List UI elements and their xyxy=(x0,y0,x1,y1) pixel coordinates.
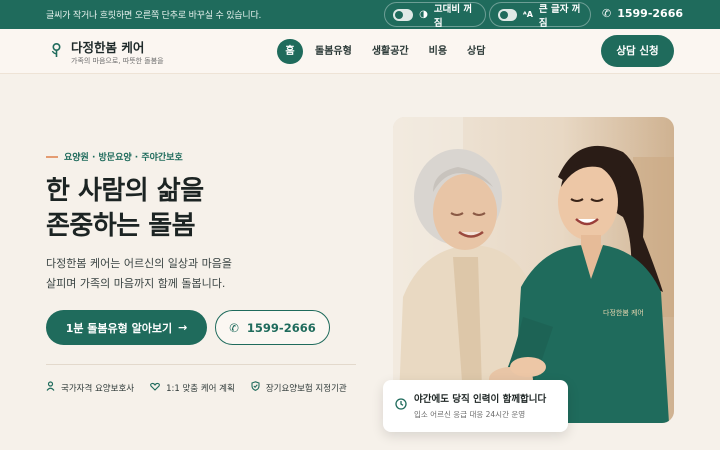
badge-subtitle: 입소 어르신 응급 대응 24시간 운영 xyxy=(414,410,526,419)
high-contrast-label: 고대비 꺼짐 xyxy=(433,3,473,29)
text-size-icon: ᴬA xyxy=(522,10,533,19)
accessibility-bar: 글씨가 작거나 흐릿하면 오른쪽 단추로 바꾸실 수 있습니다. ◑ 고대비 꺼… xyxy=(0,0,720,29)
clock-icon xyxy=(395,398,407,413)
shield-check-icon xyxy=(251,381,260,394)
night-staff-badge: 야간에도 당직 인력이 함께합니다 입소 어르신 응급 대응 24시간 운영 xyxy=(383,380,568,432)
consult-request-button[interactable]: 상담 신청 xyxy=(601,35,674,67)
site-header: 다정한봄 케어 가족의 마음으로, 따뜻한 돌봄을 홈 돌봄유형 생활공간 비용… xyxy=(0,29,720,74)
feature-item: 장기요양보험 지정기관 xyxy=(251,381,347,394)
large-text-toggle[interactable]: ᴬA 큰 글자 꺼짐 xyxy=(489,2,591,29)
nav-item-living-space[interactable]: 생활공간 xyxy=(362,39,419,64)
topbar-phone-number: 1599-2666 xyxy=(617,7,684,20)
nav-item-consult[interactable]: 상담 xyxy=(457,39,495,64)
hero-divider xyxy=(46,364,356,365)
care-type-quiz-button[interactable]: 1분 돌봄유형 알아보기 → xyxy=(46,310,207,345)
heart-hands-icon xyxy=(150,382,160,394)
feature-label: 1:1 맞춤 케어 계획 xyxy=(166,383,235,394)
call-phone-label: 1599-2666 xyxy=(246,320,316,335)
arrow-right-icon: → xyxy=(178,321,188,334)
care-type-quiz-label: 1분 돌봄유형 알아보기 xyxy=(65,321,173,335)
feature-label: 장기요양보험 지정기관 xyxy=(265,383,347,394)
headline-line-2: 존중하는 돌봄 xyxy=(46,211,196,241)
feature-item: 1:1 맞춤 케어 계획 xyxy=(150,381,235,394)
description-line-2: 살피며 가족의 마음까지 함께 돌봅니다. xyxy=(46,277,226,290)
nav-item-care-types[interactable]: 돌봄유형 xyxy=(305,39,362,64)
topbar-phone-link[interactable]: ✆ 1599-2666 xyxy=(602,7,683,20)
headline-line-1: 한 사람의 삶을 xyxy=(46,176,204,206)
eyebrow-line xyxy=(46,155,58,158)
description-line-1: 다정한봄 케어는 어르신의 일상과 마음을 xyxy=(46,257,233,270)
nav-item-cost[interactable]: 비용 xyxy=(419,39,457,64)
hero-photo-caregiver-with-elder: 다정한봄 케어 xyxy=(393,117,674,423)
logo-tagline: 가족의 마음으로, 따뜻한 돌봄을 xyxy=(71,57,164,65)
toggle-switch[interactable] xyxy=(498,8,517,21)
phone-icon: ✆ xyxy=(602,7,612,20)
call-phone-button[interactable]: ✆ 1599-2666 xyxy=(215,310,330,345)
phone-icon: ✆ xyxy=(229,320,239,335)
feature-label: 국가자격 요양보호사 xyxy=(61,383,135,394)
main-nav: 홈 돌봄유형 생활공간 비용 상담 xyxy=(277,39,495,64)
large-text-label: 큰 글자 꺼짐 xyxy=(538,3,581,29)
accessibility-notice: 글씨가 작거나 흐릿하면 오른쪽 단추로 바꾸실 수 있습니다. xyxy=(46,11,262,21)
feature-item: 국가자격 요양보호사 xyxy=(46,381,134,394)
nav-item-home[interactable]: 홈 xyxy=(277,39,303,64)
uniform-logo-text: 다정한봄 케어 xyxy=(603,308,644,317)
toggle-switch[interactable] xyxy=(393,8,414,21)
person-icon xyxy=(46,381,55,394)
hero-headline: 한 사람의 삶을 존중하는 돌봄 xyxy=(46,174,204,244)
high-contrast-toggle[interactable]: ◑ 고대비 꺼짐 xyxy=(384,2,486,29)
eyebrow-text: 요양원 · 방문요양 · 주야간보호 xyxy=(64,153,183,163)
logo-title[interactable]: 다정한봄 케어 xyxy=(71,37,144,56)
contrast-icon: ◑ xyxy=(419,9,428,20)
hero-description: 다정한봄 케어는 어르신의 일상과 마음을 살피며 가족의 마음까지 함께 돌봅… xyxy=(46,254,346,294)
badge-title: 야간에도 당직 인력이 함께합니다 xyxy=(414,394,547,405)
feature-list: 국가자격 요양보호사 1:1 맞춤 케어 계획 장기요양보험 지정기관 xyxy=(46,381,347,394)
flower-logo-icon[interactable] xyxy=(50,42,63,62)
hero-eyebrow: 요양원 · 방문요양 · 주야간보호 xyxy=(46,150,183,163)
